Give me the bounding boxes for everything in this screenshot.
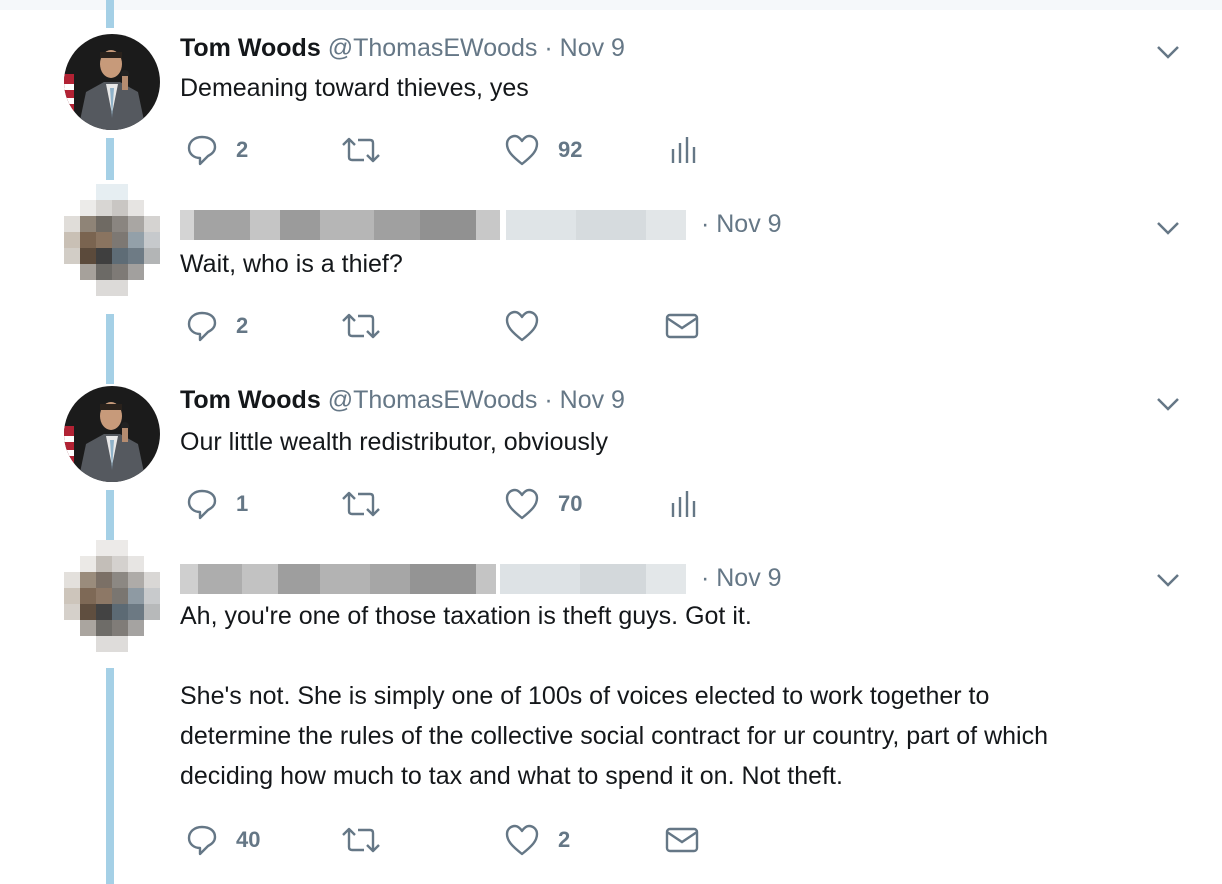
tweet-header: Tom Woods @ThomasEWoods · Nov 9 [180,384,625,416]
direct-message-button[interactable] [664,306,700,346]
reply-button[interactable]: 2 [186,130,248,170]
retweet-icon [342,827,380,853]
analytics-icon [671,491,696,517]
retweet-button[interactable] [340,306,400,346]
heart-icon [505,824,539,856]
tweet-actions: 40 2 [0,820,800,860]
reply-count: 1 [236,491,249,516]
tweet-date[interactable]: Nov 9 [560,34,625,62]
tweet-text: Ah, you're one of those taxation is thef… [180,596,1048,796]
tweet-date[interactable]: Nov 9 [560,386,625,414]
heart-icon [505,488,539,520]
author-name-redacted[interactable] [180,564,690,595]
chevron-down-icon[interactable] [1154,570,1182,590]
separator-dot: · [544,34,553,62]
author-handle[interactable]: @ThomasEWoods [328,34,538,62]
chevron-down-icon[interactable] [1154,394,1182,414]
tweet-text-line: Our little wealth redistributor, obvious… [180,428,608,456]
author-name[interactable]: Tom Woods [180,386,321,414]
heart-icon [505,310,539,342]
tweet-text: Our little wealth redistributor, obvious… [180,422,608,462]
author-name[interactable]: Tom Woods [180,34,321,62]
timeline-top-strip [0,0,1222,10]
retweet-button[interactable] [340,820,400,860]
reply-count: 2 [236,137,249,162]
like-count: 70 [558,491,583,516]
mail-icon [665,313,699,339]
direct-message-button[interactable] [664,820,700,860]
reply-count: 40 [236,827,261,852]
tweet-actions: 2 92 [0,130,800,170]
avatar[interactable] [48,184,176,312]
like-button[interactable]: 70 [504,484,582,524]
separator-dot: · [700,210,710,238]
separator-dot: · [544,386,553,414]
tweet-header: Tom Woods @ThomasEWoods · Nov 9 [180,32,625,64]
tweet-text-line: deciding how much to tax and what to spe… [180,762,843,790]
reply-icon [187,311,217,342]
tweet[interactable]: Tom Woods @ThomasEWoods · Nov 9 Demeanin… [0,32,1222,182]
tweet-text: Demeaning toward thieves, yes [180,68,529,108]
reply-icon [187,135,217,166]
tweet-actions: 1 70 [0,484,800,524]
retweet-icon [342,137,380,163]
chevron-down-icon[interactable] [1154,218,1182,238]
like-button[interactable] [504,306,558,346]
reply-button[interactable]: 2 [186,306,248,346]
tweet-text: Wait, who is a thief? [180,244,403,284]
heart-icon [505,134,539,166]
separator-dot: · [700,564,710,592]
retweet-icon [342,491,380,517]
thread-line [106,0,114,28]
tweet-text-line: Wait, who is a thief? [180,250,403,278]
analytics-icon [671,137,696,163]
tweet-date[interactable]: Nov 9 [716,564,781,592]
reply-button[interactable]: 1 [186,484,248,524]
tweet-text-line: Ah, you're one of those taxation is thef… [180,602,752,630]
author-avatar[interactable] [64,34,160,130]
reply-count: 2 [236,313,249,338]
tweet-header: · Nov 9 [180,562,782,595]
avatar[interactable] [48,540,176,668]
retweet-button[interactable] [340,484,400,524]
analytics-button[interactable] [664,484,700,524]
like-count: 92 [558,137,583,162]
retweet-button[interactable] [340,130,400,170]
tweet-text-line: determine the rules of the collective so… [180,722,1048,750]
tweet-date[interactable]: Nov 9 [716,210,781,238]
tweet-text-line: She's not. She is simply one of 100s of … [180,682,990,710]
reply-icon [187,489,217,520]
analytics-button[interactable] [664,130,700,170]
author-handle[interactable]: @ThomasEWoods [328,386,538,414]
like-button[interactable]: 92 [504,130,582,170]
retweet-icon [342,313,380,339]
reply-icon [187,825,217,856]
tweet-header: · Nov 9 [180,208,782,241]
tweet-actions: 2 [0,306,800,346]
author-name-redacted[interactable] [180,210,690,241]
like-button[interactable]: 2 [504,820,570,860]
chevron-down-icon[interactable] [1154,42,1182,62]
tweet[interactable]: · Nov 9 Wait, who is a thief? 2 [0,184,1222,358]
reply-button[interactable]: 40 [186,820,260,860]
like-count: 2 [558,827,571,852]
mail-icon [665,827,699,853]
tweet[interactable]: · Nov 9 Ah, you're one of those taxation… [0,540,1222,884]
tweet-text-line: Demeaning toward thieves, yes [180,74,529,102]
tweet[interactable]: Tom Woods @ThomasEWoods · Nov 9 Our litt… [0,384,1222,534]
author-avatar[interactable] [64,386,160,482]
